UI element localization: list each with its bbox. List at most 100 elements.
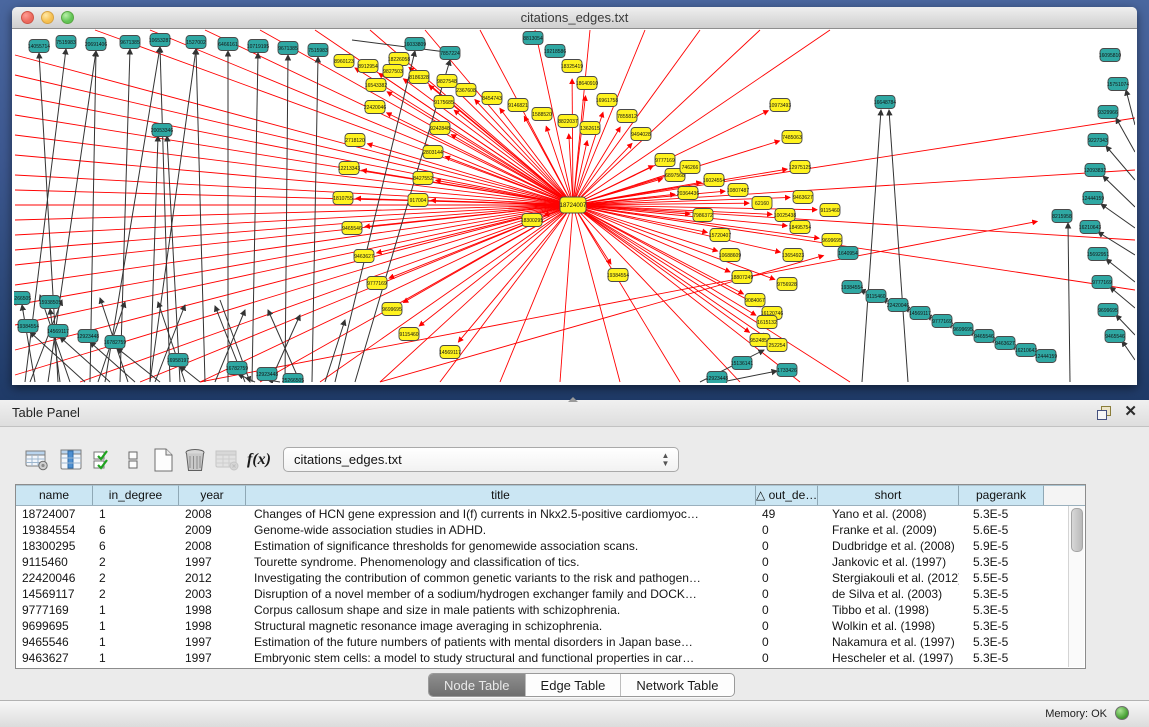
table-cell[interactable]: 0 — [756, 586, 818, 602]
table-cell[interactable]: 2 — [93, 570, 179, 586]
table-cell[interactable]: 1 — [93, 506, 179, 522]
table-cell[interactable]: 2 — [93, 554, 179, 570]
table-cell[interactable]: Structural magnetic resonance image aver… — [246, 618, 756, 634]
table-cell[interactable]: Jankovic et al. (1997) — [818, 554, 959, 570]
table-row[interactable]: 2242004622012Investigating the contribut… — [16, 570, 1085, 586]
table-cell[interactable]: 0 — [756, 602, 818, 618]
row-height-button[interactable] — [118, 446, 148, 474]
table-cell[interactable]: 5.3E-5 — [959, 554, 1044, 570]
table-cell[interactable]: 5.3E-5 — [959, 586, 1044, 602]
table-cell[interactable]: Embryonic stem cells: a model to study s… — [246, 650, 756, 666]
column-header-short[interactable]: short — [818, 485, 959, 505]
table-cell[interactable]: 5.3E-5 — [959, 602, 1044, 618]
table-cell[interactable]: 5.3E-5 — [959, 650, 1044, 666]
table-cell[interactable]: 9463627 — [16, 650, 93, 666]
table-cell[interactable]: 1998 — [179, 618, 246, 634]
table-cell[interactable]: Estimation of significance thresholds fo… — [246, 538, 756, 554]
table-cell[interactable]: 22420046 — [16, 570, 93, 586]
table-cell[interactable]: 0 — [756, 618, 818, 634]
table-settings-button[interactable] — [22, 446, 52, 474]
zoom-window-button[interactable] — [61, 11, 74, 24]
table-scrollbar[interactable] — [1068, 506, 1084, 667]
column-header-pagerank[interactable]: pagerank — [959, 485, 1044, 505]
table-row[interactable]: 977716911998Corpus callosum shape and si… — [16, 602, 1085, 618]
table-cell[interactable]: 1997 — [179, 554, 246, 570]
new-table-button[interactable] — [148, 446, 178, 474]
table-cell[interactable]: 5.5E-5 — [959, 570, 1044, 586]
delete-table-button[interactable] — [212, 446, 242, 474]
table-cell[interactable]: 2009 — [179, 522, 246, 538]
table-cell[interactable]: Tibbo et al. (1998) — [818, 602, 959, 618]
table-cell[interactable]: 1 — [93, 618, 179, 634]
table-row[interactable]: 969969511998Structural magnetic resonanc… — [16, 618, 1085, 634]
table-cell[interactable]: 1 — [93, 602, 179, 618]
table-cell[interactable]: 0 — [756, 650, 818, 666]
tab-node-table[interactable]: Node Table — [429, 674, 525, 696]
table-cell[interactable]: Changes of HCN gene expression and I(f) … — [246, 506, 756, 522]
table-cell[interactable]: Hescheler et al. (1997) — [818, 650, 959, 666]
table-cell[interactable]: 14569117 — [16, 586, 93, 602]
table-cell[interactable]: 0 — [756, 634, 818, 650]
table-cell[interactable]: 2012 — [179, 570, 246, 586]
table-cell[interactable]: Corpus callosum shape and size in male p… — [246, 602, 756, 618]
table-cell[interactable]: 1 — [93, 634, 179, 650]
table-row[interactable]: 946554611997Estimation of the future num… — [16, 634, 1085, 650]
function-builder-button[interactable]: f(x) — [244, 446, 274, 474]
table-row[interactable]: 911546021997Tourette syndrome. Phenomeno… — [16, 554, 1085, 570]
table-cell[interactable]: 1997 — [179, 634, 246, 650]
table-cell[interactable]: 5.3E-5 — [959, 618, 1044, 634]
network-view-window[interactable]: citations_edges.txt 14055714751598320691… — [12, 7, 1137, 385]
table-row[interactable]: 1872400712008Changes of HCN gene express… — [16, 506, 1085, 522]
table-cell[interactable]: 0 — [756, 522, 818, 538]
panel-resize-handle[interactable] — [568, 397, 578, 402]
table-cell[interactable]: 1 — [93, 650, 179, 666]
table-cell[interactable]: Investigating the contribution of common… — [246, 570, 756, 586]
table-cell[interactable]: 0 — [756, 570, 818, 586]
table-cell[interactable]: 49 — [756, 506, 818, 522]
table-cell[interactable]: 1998 — [179, 602, 246, 618]
table-cell[interactable]: de Silva et al. (2003) — [818, 586, 959, 602]
table-row[interactable]: 946362711997Embryonic stem cells: a mode… — [16, 650, 1085, 666]
minimize-window-button[interactable] — [41, 11, 54, 24]
attribute-table[interactable]: namein_degreeyeartitle△ out_de…shortpage… — [15, 484, 1086, 669]
network-graph[interactable]: 1405571475159832069140696713851065328715… — [14, 29, 1135, 383]
column-header-year[interactable]: year — [179, 485, 246, 505]
close-panel-icon[interactable]: ✕ — [1124, 403, 1137, 421]
table-cell[interactable]: 18300295 — [16, 538, 93, 554]
table-cell[interactable]: Franke et al. (2009) — [818, 522, 959, 538]
table-cell[interactable]: 2008 — [179, 506, 246, 522]
table-cell[interactable]: Disruption of a novel member of a sodium… — [246, 586, 756, 602]
scrollbar-thumb[interactable] — [1071, 508, 1083, 552]
table-cell[interactable]: 6 — [93, 538, 179, 554]
float-panel-icon[interactable] — [1097, 406, 1111, 420]
table-cell[interactable]: 1997 — [179, 650, 246, 666]
select-rows-button[interactable] — [88, 446, 118, 474]
column-header-title[interactable]: title — [246, 485, 756, 505]
show-columns-button[interactable] — [56, 446, 86, 474]
table-cell[interactable]: 5.9E-5 — [959, 538, 1044, 554]
table-cell[interactable]: 6 — [93, 522, 179, 538]
table-cell[interactable]: 0 — [756, 554, 818, 570]
table-cell[interactable]: 19384554 — [16, 522, 93, 538]
table-cell[interactable]: 2008 — [179, 538, 246, 554]
table-row[interactable]: 1830029562008Estimation of significance … — [16, 538, 1085, 554]
table-row[interactable]: 1938455462009Genome-wide association stu… — [16, 522, 1085, 538]
close-window-button[interactable] — [21, 11, 34, 24]
table-row[interactable]: 1456911722003Disruption of a novel membe… — [16, 586, 1085, 602]
table-cell[interactable]: Genome-wide association studies in ADHD. — [246, 522, 756, 538]
table-cell[interactable]: Stergiakouli et al. (2012) — [818, 570, 959, 586]
table-body[interactable]: 1872400712008Changes of HCN gene express… — [16, 506, 1085, 666]
column-header-out_de[interactable]: △ out_de… — [756, 485, 818, 505]
table-cell[interactable]: Wolkin et al. (1998) — [818, 618, 959, 634]
table-cell[interactable]: Tourette syndrome. Phenomenology and cla… — [246, 554, 756, 570]
table-cell[interactable]: 9777169 — [16, 602, 93, 618]
table-cell[interactable]: 5.6E-5 — [959, 522, 1044, 538]
table-cell[interactable]: 9699695 — [16, 618, 93, 634]
table-cell[interactable]: 9115460 — [16, 554, 93, 570]
table-cell[interactable]: 9465546 — [16, 634, 93, 650]
tab-network-table[interactable]: Network Table — [620, 674, 733, 696]
table-selector-dropdown[interactable]: citations_edges.txt ▲▼ — [283, 447, 679, 472]
table-cell[interactable]: 18724007 — [16, 506, 93, 522]
network-canvas[interactable]: 1405571475159832069140696713851065328715… — [14, 29, 1135, 383]
table-cell[interactable]: 5.3E-5 — [959, 506, 1044, 522]
